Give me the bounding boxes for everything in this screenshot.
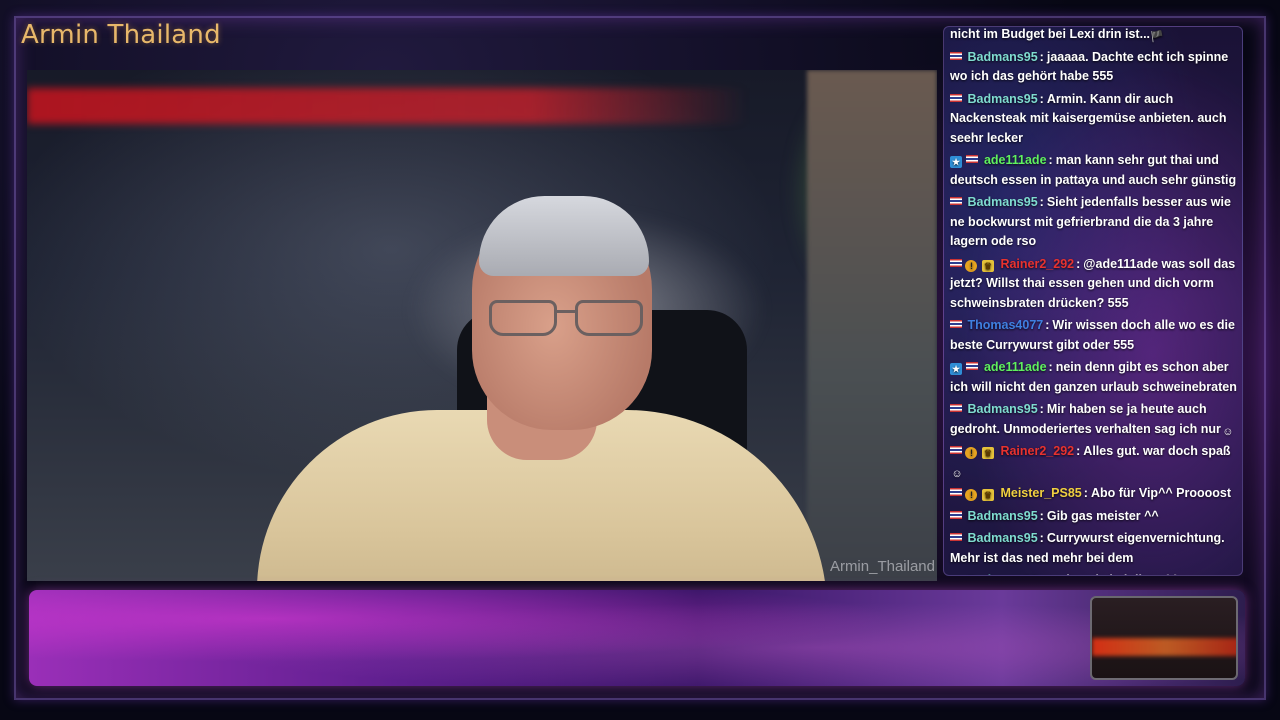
thailand-flag-icon xyxy=(950,320,962,328)
chat-username[interactable]: ade111ade xyxy=(984,360,1047,374)
thailand-flag-icon xyxy=(950,575,962,576)
chat-message-list[interactable]: nicht im Budget bei Lexi drin ist... 🏴 B… xyxy=(950,27,1242,576)
chat-separator: : xyxy=(1045,318,1050,332)
chat-message: Badmans95: Sieht jedenfalls besser aus wi… xyxy=(950,193,1242,252)
chat-message: Badmans95: Armin. Kann dir auch Nackenste… xyxy=(950,90,1242,149)
chat-separator: : xyxy=(1048,360,1053,374)
chat-separator: : xyxy=(1039,195,1044,209)
chat-message: ★ ade111ade: nein denn gibt es schon aber… xyxy=(950,358,1242,397)
chat-username[interactable]: Badmans95 xyxy=(967,509,1037,523)
stream-overlay-frame: Armin Thailand Armin_Thailand nicht im B… xyxy=(0,0,1280,720)
chat-text: und made bei dieto ^^ xyxy=(1047,573,1179,575)
vip-badge-icon: ! xyxy=(965,447,978,459)
thailand-flag-icon xyxy=(966,362,979,370)
chat-username[interactable]: Badmans95 xyxy=(967,402,1037,416)
thailand-flag-icon xyxy=(950,258,962,267)
chat-username[interactable]: Badmans95 xyxy=(967,573,1037,575)
streamer xyxy=(257,196,857,581)
chat-message: ! ♛ Meister_PS85: Abo für Vip^^ Proooost xyxy=(950,484,1242,504)
chat-separator: : xyxy=(1048,153,1053,167)
chat-message: Thomas4077: Wir wissen doch alle wo es di… xyxy=(950,316,1242,355)
chat-separator: : xyxy=(1039,49,1044,64)
smile-emote-icon: ☺ xyxy=(951,467,963,480)
chat-separator: : xyxy=(1039,508,1044,523)
chat-message: Badmans95: Currywurst eigenvernichtung. M… xyxy=(950,529,1242,568)
chat-text: Alles gut. war doch spaß xyxy=(1083,444,1231,458)
thailand-flag-icon xyxy=(950,510,962,519)
crown-badge-icon: ♛ xyxy=(981,489,994,501)
thailand-flag-icon xyxy=(950,197,962,205)
chat-username[interactable]: ade111ade xyxy=(984,153,1047,167)
thailand-flag-icon xyxy=(950,488,962,496)
subscriber-badge-icon: ★ xyxy=(950,363,962,375)
crown-badge-icon: ♛ xyxy=(981,259,994,272)
chat-message: Badmans95: jaaaaa. Dachte echt ich spinne… xyxy=(950,48,1242,87)
thailand-flag-icon xyxy=(950,404,962,412)
chat-username[interactable]: Badmans95 xyxy=(967,50,1037,64)
chat-message: Badmans95: Gib gas meister ^^ xyxy=(950,507,1242,527)
bottom-banner xyxy=(29,590,1245,686)
chat-text: Gib gas meister ^^ xyxy=(1046,508,1159,523)
vip-badge-icon: ! xyxy=(965,489,978,501)
sticker-emote-icon: 🏴 xyxy=(1150,31,1164,43)
crown-badge-icon: ♛ xyxy=(981,447,994,459)
chat-separator: : xyxy=(1039,402,1044,416)
chat-message: nicht im Budget bei Lexi drin ist... 🏴 xyxy=(950,27,1242,45)
subscriber-badge-icon: ★ xyxy=(950,156,962,168)
chat-message: Badmans95: Mir haben se ja heute auch ged… xyxy=(950,400,1242,439)
webcam-video[interactable]: Armin_Thailand xyxy=(27,70,937,581)
thailand-flag-icon xyxy=(950,446,962,454)
thailand-flag-icon xyxy=(950,51,962,60)
preview-glow xyxy=(1092,638,1236,656)
secondary-camera-preview xyxy=(1090,596,1238,680)
chat-message: ! ♛ Rainer2_292: @ade111ade was soll das … xyxy=(950,255,1242,314)
video-watermark: Armin_Thailand xyxy=(829,558,935,575)
chat-text: Abo für Vip^^ Proooost xyxy=(1090,486,1231,500)
background-red-light xyxy=(27,88,747,124)
thailand-flag-icon xyxy=(950,533,962,541)
chat-username[interactable]: Badmans95 xyxy=(967,92,1037,106)
chat-text: nicht im Budget bei Lexi drin ist... xyxy=(950,27,1151,41)
chat-message: ★ ade111ade: man kann sehr gut thai und d… xyxy=(950,151,1242,190)
chat-message: ! ♛ Rainer2_292: Alles gut. war doch spaß… xyxy=(950,442,1242,481)
streamer-hair xyxy=(479,196,649,276)
chat-message: Badmans95:und made bei dieto ^^ xyxy=(950,571,1242,576)
chat-separator: : xyxy=(1040,573,1044,575)
stream-title: Armin Thailand xyxy=(21,20,221,50)
chat-username[interactable]: Thomas4077 xyxy=(967,318,1043,332)
chat-username[interactable]: Meister_PS85 xyxy=(1000,486,1081,500)
chat-separator: : xyxy=(1076,256,1081,271)
streamer-glasses xyxy=(489,300,649,340)
chat-username[interactable]: Rainer2_292 xyxy=(1000,444,1074,458)
chat-separator: : xyxy=(1039,91,1044,106)
chat-username[interactable]: Rainer2_292 xyxy=(1000,257,1074,271)
chat-username[interactable]: Badmans95 xyxy=(967,531,1037,545)
ghost-emote-icon: ☺ xyxy=(1222,425,1234,438)
thailand-flag-icon xyxy=(950,93,962,102)
thailand-flag-icon xyxy=(966,155,979,163)
chat-separator: : xyxy=(1039,531,1044,545)
chat-separator: : xyxy=(1076,444,1081,458)
chat-username[interactable]: Badmans95 xyxy=(967,195,1037,209)
chat-separator: : xyxy=(1083,486,1088,500)
chat-overlay[interactable]: nicht im Budget bei Lexi drin ist... 🏴 B… xyxy=(943,26,1243,576)
vip-badge-icon: ! xyxy=(965,259,978,272)
